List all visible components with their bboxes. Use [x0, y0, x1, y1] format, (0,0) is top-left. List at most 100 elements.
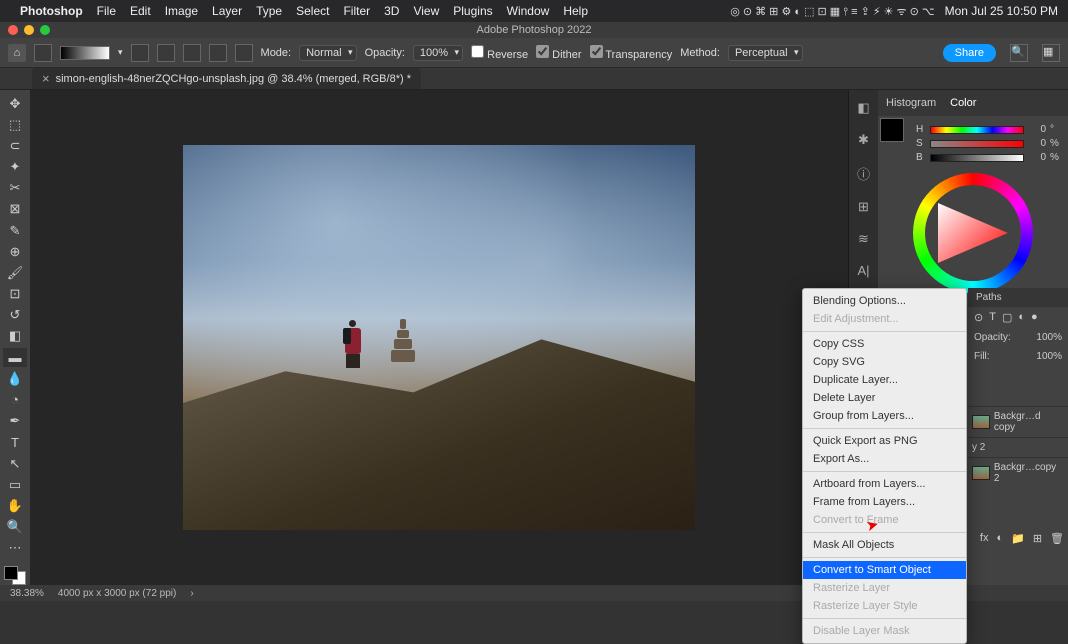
mi-export-png[interactable]: Quick Export as PNG: [803, 432, 966, 450]
mi-export-as[interactable]: Export As...: [803, 450, 966, 468]
minimize-icon[interactable]: [24, 25, 34, 35]
dodge-tool[interactable]: ◔: [3, 390, 27, 409]
menu-image[interactable]: Image: [165, 4, 198, 18]
mi-blending[interactable]: Blending Options...: [803, 292, 966, 310]
blur-tool[interactable]: 💧: [3, 369, 27, 388]
maximize-icon[interactable]: [40, 25, 50, 35]
menu-window[interactable]: Window: [507, 4, 550, 18]
type-tool[interactable]: T: [3, 433, 27, 452]
hue-slider[interactable]: [930, 126, 1024, 134]
mode-dropdown[interactable]: Normal: [299, 45, 356, 61]
status-zoom[interactable]: 38.38%: [10, 588, 44, 599]
gradient-radial-icon[interactable]: [157, 44, 175, 62]
zoom-tool[interactable]: 🔍: [3, 517, 27, 536]
window-traffic-lights[interactable]: [8, 25, 50, 35]
eraser-tool[interactable]: ◧: [3, 327, 27, 346]
tab-color[interactable]: Color: [950, 97, 976, 109]
layer-filter-icon[interactable]: ⊙: [974, 311, 983, 324]
reverse-checkbox[interactable]: Reverse: [471, 45, 528, 61]
opacity-dropdown[interactable]: 100%: [413, 45, 463, 61]
pen-tool[interactable]: ✒: [3, 412, 27, 431]
frame-tool[interactable]: ⊠: [3, 200, 27, 219]
layer-trash-icon[interactable]: 🗑: [1050, 532, 1064, 545]
gradient-angle-icon[interactable]: [183, 44, 201, 62]
rail-icon[interactable]: ✱: [858, 132, 869, 148]
layer-row[interactable]: Backgr…d copy: [968, 406, 1068, 437]
menu-type[interactable]: Type: [256, 4, 282, 18]
toggle-icon[interactable]: ⋯: [3, 539, 27, 558]
mi-mask-all[interactable]: Mask All Objects: [803, 536, 966, 554]
document-tab[interactable]: × simon-english-48nerZQCHgo-unsplash.jpg…: [32, 68, 421, 89]
mi-copy-css[interactable]: Copy CSS: [803, 335, 966, 353]
layer-filter-icon[interactable]: ▢: [1002, 311, 1012, 324]
method-dropdown[interactable]: Perceptual: [728, 45, 803, 61]
menu-help[interactable]: Help: [563, 4, 588, 18]
shape-tool[interactable]: ▭: [3, 475, 27, 494]
rail-icon[interactable]: ◧: [857, 100, 869, 116]
rail-icon[interactable]: ≋: [858, 231, 869, 247]
app-name[interactable]: Photoshop: [20, 4, 83, 18]
layer-filter-icon[interactable]: ●: [1031, 311, 1038, 324]
lasso-tool[interactable]: ⊂: [3, 136, 27, 155]
menu-view[interactable]: View: [413, 4, 439, 18]
layer-filter-icon[interactable]: T: [989, 311, 996, 324]
tool-preset-button[interactable]: [34, 44, 52, 62]
menu-plugins[interactable]: Plugins: [453, 4, 492, 18]
mi-copy-svg[interactable]: Copy SVG: [803, 353, 966, 371]
marquee-tool[interactable]: ⬚: [3, 115, 27, 134]
history-brush-tool[interactable]: ↺: [3, 306, 27, 325]
wand-tool[interactable]: ✦: [3, 158, 27, 177]
path-tool[interactable]: ↖: [3, 454, 27, 473]
mi-delete-layer[interactable]: Delete Layer: [803, 389, 966, 407]
hand-tool[interactable]: ✋: [3, 496, 27, 515]
gradient-reflected-icon[interactable]: [209, 44, 227, 62]
mi-frame[interactable]: Frame from Layers...: [803, 493, 966, 511]
mi-convert-smart-object[interactable]: Convert to Smart Object: [803, 561, 966, 579]
menu-edit[interactable]: Edit: [130, 4, 151, 18]
share-button[interactable]: Share: [943, 44, 996, 62]
close-icon[interactable]: [8, 25, 18, 35]
tab-histogram[interactable]: Histogram: [886, 97, 936, 109]
dither-checkbox[interactable]: Dither: [536, 45, 581, 61]
rail-icon[interactable]: ⊞: [858, 199, 869, 215]
rail-icon[interactable]: A|: [857, 263, 869, 278]
menu-filter[interactable]: Filter: [343, 4, 370, 18]
bri-slider[interactable]: [930, 154, 1024, 162]
tab-close-icon[interactable]: ×: [42, 71, 50, 86]
layer-mask-icon[interactable]: ◐: [996, 532, 1003, 545]
stamp-tool[interactable]: ⊡: [3, 285, 27, 304]
sat-slider[interactable]: [930, 140, 1024, 148]
document-canvas[interactable]: [183, 145, 695, 530]
rail-icon[interactable]: ⓘ: [857, 164, 870, 183]
layer-fx-icon[interactable]: fx: [980, 532, 989, 545]
canvas-area[interactable]: [30, 90, 848, 585]
color-swatches[interactable]: [4, 566, 26, 585]
brush-tool[interactable]: 🖌: [3, 263, 27, 282]
color-wheel[interactable]: [913, 173, 1033, 293]
menu-3d[interactable]: 3D: [384, 4, 399, 18]
status-chevron-icon[interactable]: ›: [190, 588, 193, 599]
gradient-tool[interactable]: ▬: [3, 348, 27, 367]
layer-row[interactable]: y 2: [968, 437, 1068, 457]
foreground-swatch[interactable]: [880, 118, 904, 142]
menu-file[interactable]: File: [97, 4, 116, 18]
workspace-button[interactable]: ▦: [1042, 44, 1060, 62]
mi-duplicate-layer[interactable]: Duplicate Layer...: [803, 371, 966, 389]
move-tool[interactable]: ✥: [3, 94, 27, 113]
layer-row[interactable]: Backgr…copy 2: [968, 457, 1068, 488]
crop-tool[interactable]: ✂: [3, 179, 27, 198]
search-button[interactable]: 🔍: [1010, 44, 1028, 62]
gradient-preview[interactable]: [60, 46, 110, 60]
gradient-diamond-icon[interactable]: [235, 44, 253, 62]
mi-artboard[interactable]: Artboard from Layers...: [803, 475, 966, 493]
menu-layer[interactable]: Layer: [212, 4, 242, 18]
paths-tab[interactable]: Paths: [968, 288, 1068, 307]
gradient-linear-icon[interactable]: [131, 44, 149, 62]
layer-new-icon[interactable]: ⊞: [1033, 532, 1042, 545]
transparency-checkbox[interactable]: Transparency: [590, 45, 673, 61]
heal-tool[interactable]: ⊕: [3, 242, 27, 261]
mi-group-layers[interactable]: Group from Layers...: [803, 407, 966, 425]
eyedropper-tool[interactable]: ✎: [3, 221, 27, 240]
home-button[interactable]: ⌂: [8, 44, 26, 62]
layer-filter-icon[interactable]: ◐: [1018, 311, 1025, 324]
